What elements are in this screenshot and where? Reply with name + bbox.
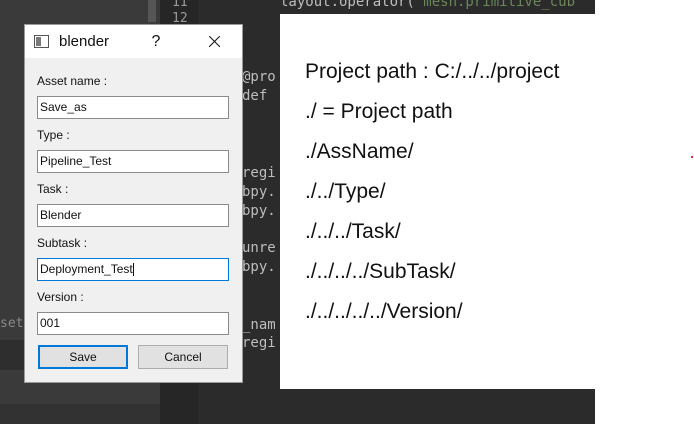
info-line-version: ./../../../../Version/ [305,300,463,323]
subtask-input[interactable]: Deployment_Test [37,258,229,281]
background-left-text: set [0,316,24,331]
type-label: Type : [37,128,70,142]
task-label: Task : [37,182,69,196]
asset-name-input[interactable]: Save_as [37,96,229,119]
asset-name-label: Asset name : [37,74,108,88]
version-input[interactable]: 001 [37,312,229,335]
info-line-root: ./ = Project path [305,100,453,123]
type-input[interactable]: Pipeline_Test [37,150,229,173]
subtask-value: Deployment_Test [40,262,133,276]
cancel-button[interactable]: Cancel [138,345,228,369]
code-line: _nam [242,317,276,333]
scrollbar-thumb[interactable] [148,0,156,22]
dialog-titlebar[interactable]: blender ? [25,25,242,58]
red-marker [691,156,693,158]
right-blank-area [595,0,694,424]
code-keyword: def [242,88,268,104]
code-line: bpy. [242,259,276,275]
code-line: regi [242,335,276,351]
info-line-asset: ./AssName/ [305,140,414,163]
info-line-task: ./../../Task/ [305,220,401,243]
save-as-dialog: blender ? Asset name : Save_as Type : Pi… [24,24,243,383]
task-input[interactable]: Blender [37,204,229,227]
code-line: regi [242,165,276,181]
dialog-title: blender [59,33,110,50]
close-icon[interactable] [201,30,227,54]
code-line: bpy. [242,203,276,219]
save-button[interactable]: Save [38,345,128,369]
window-icon [34,35,49,48]
text-caret [132,263,134,277]
code-decorator: @pro [242,69,276,85]
code-line: bpy. [242,184,276,200]
code-text: layout.operator( [280,0,415,10]
code-line: layout.operator('mesh.primitive_cub [280,0,575,10]
info-line-subtask: ./../../../SubTask/ [305,260,456,283]
help-button[interactable]: ? [145,31,167,53]
line-number: 11 [172,0,188,10]
code-line: unre [242,240,276,256]
version-label: Version : [37,290,84,304]
project-path-info-panel: Project path : C:/../../project ./ = Pro… [280,14,595,389]
background-left-bottom [0,404,160,424]
info-line-project-path: Project path : C:/../../project [305,60,560,83]
subtask-label: Subtask : [37,236,88,250]
code-string: 'mesh.primitive_cub [414,0,576,10]
info-line-type: ./../Type/ [305,180,386,203]
